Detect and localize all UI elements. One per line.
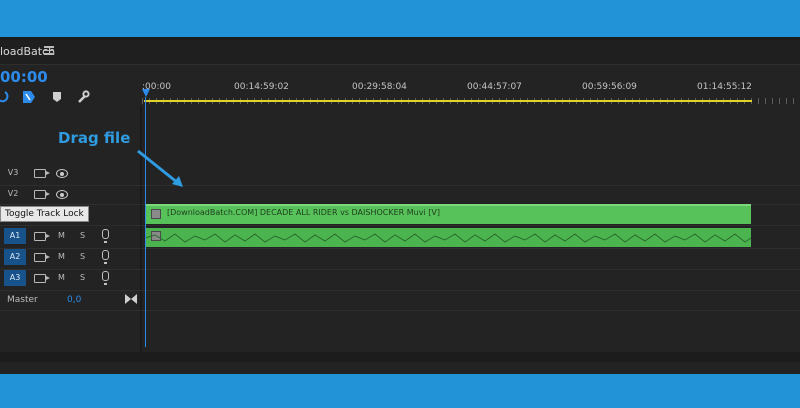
track-row-a3: A3 M S (0, 269, 800, 291)
audio-waveform (145, 233, 751, 243)
audio-clip[interactable] (145, 228, 751, 247)
ruler-tick-label: 00:44:57:07 (467, 82, 522, 92)
work-area-bar[interactable] (144, 100, 752, 102)
drag-file-annotation: Drag file (58, 129, 131, 147)
toggle-sync-lock-icon[interactable] (34, 190, 50, 199)
track-header-a1: A1 M S (0, 227, 140, 248)
voiceover-record-icon[interactable] (102, 250, 109, 264)
master-bowtie-icon[interactable] (125, 294, 137, 304)
track-header-a2: A2 M S (0, 248, 140, 269)
mute-button[interactable]: M (58, 252, 65, 261)
voiceover-record-icon[interactable] (102, 229, 109, 243)
add-marker-icon[interactable] (50, 90, 64, 104)
wrench-icon[interactable] (76, 90, 90, 104)
ruler-tick-label: 00:59:56:09 (582, 82, 637, 92)
toggle-sync-lock-icon[interactable] (34, 274, 50, 283)
track-name-a1[interactable]: A1 (4, 228, 26, 244)
track-row-a1: A1 M S (0, 227, 800, 249)
playhead-line (145, 97, 146, 347)
toggle-output-eye-icon[interactable] (56, 190, 68, 199)
panel-tab-bar: loadBatch (0, 40, 800, 65)
horizontal-scrollbar[interactable] (0, 352, 800, 362)
track-row-master (0, 290, 800, 311)
track-row-a2: A2 M S (0, 248, 800, 270)
solo-button[interactable]: S (80, 273, 85, 282)
track-row-v2: V2 (0, 185, 800, 205)
track-header-v3: V3 (0, 164, 140, 185)
track-name-v3[interactable]: V3 (7, 168, 19, 177)
annotation-arrow-icon (137, 149, 183, 187)
solo-button[interactable]: S (80, 231, 85, 240)
mute-button[interactable]: M (58, 273, 65, 282)
playhead-timecode[interactable]: 00:00 (0, 68, 48, 86)
toggle-sync-lock-icon[interactable] (34, 232, 50, 241)
panel-menu-icon[interactable] (44, 46, 54, 56)
fx-badge-icon (151, 209, 161, 219)
ruler-tick-label: 01:14:55:12 (697, 82, 752, 92)
snap-icon[interactable] (22, 90, 36, 104)
mute-button[interactable]: M (58, 231, 65, 240)
track-row-v3: V3 (0, 164, 800, 186)
timeline-panel: loadBatch 00:00 :00:00 00:14:59:02 00:29… (0, 37, 800, 374)
tooltip: Toggle Track Lock (0, 206, 89, 222)
track-row-v1: [DownloadBatch.COM] DECADE ALL RIDER vs … (0, 204, 800, 226)
master-volume-value[interactable]: 0,0 (67, 295, 81, 305)
track-name-a2[interactable]: A2 (4, 249, 26, 265)
solo-button[interactable]: S (80, 252, 85, 261)
track-header-a3: A3 M S (0, 269, 140, 290)
master-track-label: Master (7, 295, 38, 305)
track-name-a3[interactable]: A3 (4, 270, 26, 286)
nest-sequence-icon[interactable] (0, 90, 10, 104)
playhead-handle[interactable] (142, 89, 150, 97)
video-clip-label: [DownloadBatch.COM] DECADE ALL RIDER vs … (167, 208, 440, 217)
track-name-v2[interactable]: V2 (7, 189, 19, 198)
toggle-sync-lock-icon[interactable] (34, 253, 50, 262)
ruler-tick-label: 00:14:59:02 (234, 82, 289, 92)
toggle-output-eye-icon[interactable] (56, 169, 68, 178)
video-clip[interactable]: [DownloadBatch.COM] DECADE ALL RIDER vs … (145, 204, 751, 224)
toggle-sync-lock-icon[interactable] (34, 169, 50, 178)
ruler-tick-label: 00:29:58:04 (352, 82, 407, 92)
track-header-v2: V2 (0, 185, 140, 204)
voiceover-record-icon[interactable] (102, 271, 109, 285)
